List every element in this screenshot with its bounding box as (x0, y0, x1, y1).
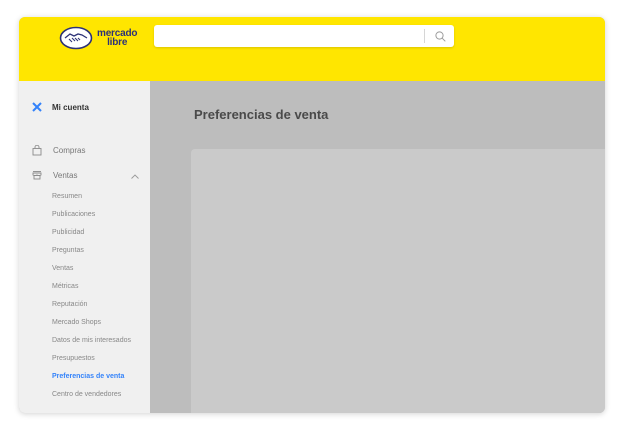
content-card (191, 149, 605, 413)
mercadolibre-logo[interactable]: mercado libre (59, 22, 169, 54)
bag-icon (32, 145, 42, 156)
sidebar-item-label: Ventas (53, 170, 78, 180)
close-icon[interactable] (32, 102, 42, 112)
sidebar-subitem-preguntas[interactable]: Preguntas (52, 247, 84, 254)
sidebar-subitem-centro-vendedores[interactable]: Centro de vendedores (52, 391, 121, 398)
header: mercado libre (19, 17, 605, 81)
sidebar-subitem-mercado-shops[interactable]: Mercado Shops (52, 319, 101, 326)
store-icon (32, 171, 42, 180)
chevron-up-icon[interactable] (131, 174, 139, 179)
search-divider (424, 29, 425, 43)
search-icon (434, 30, 446, 42)
sidebar-item-label: Compras (53, 146, 86, 155)
search-input[interactable] (154, 25, 425, 47)
sidebar-subitem-ventas[interactable]: Ventas (52, 265, 73, 272)
account-header: Mi cuenta (32, 102, 89, 112)
logo-text-libre: libre (107, 37, 128, 48)
search-bar (154, 25, 454, 47)
handshake-logo-icon (59, 26, 93, 50)
account-title: Mi cuenta (52, 102, 89, 112)
sidebar-subitem-preferencias-venta[interactable]: Preferencias de venta (52, 373, 124, 380)
sidebar: Mi cuenta Compras Ventas Resumen Publica… (19, 81, 150, 413)
app-window: mercado libre Mi cuenta Compras Ventas R… (19, 17, 605, 413)
sidebar-subitem-publicaciones[interactable]: Publicaciones (52, 211, 95, 218)
sidebar-subitem-reputacion[interactable]: Reputación (52, 301, 87, 308)
sidebar-item-compras[interactable]: Compras (32, 145, 85, 156)
sidebar-subitem-metricas[interactable]: Métricas (52, 283, 78, 290)
sidebar-subitem-publicidad[interactable]: Publicidad (52, 229, 84, 236)
sidebar-item-ventas[interactable]: Ventas (32, 170, 77, 180)
sidebar-subitem-datos-interesados[interactable]: Datos de mis interesados (52, 337, 131, 344)
sidebar-subitem-resumen[interactable]: Resumen (52, 193, 82, 200)
sidebar-subitem-presupuestos[interactable]: Presupuestos (52, 355, 95, 362)
search-button[interactable] (428, 25, 452, 47)
page-title: Preferencias de venta (194, 107, 329, 122)
